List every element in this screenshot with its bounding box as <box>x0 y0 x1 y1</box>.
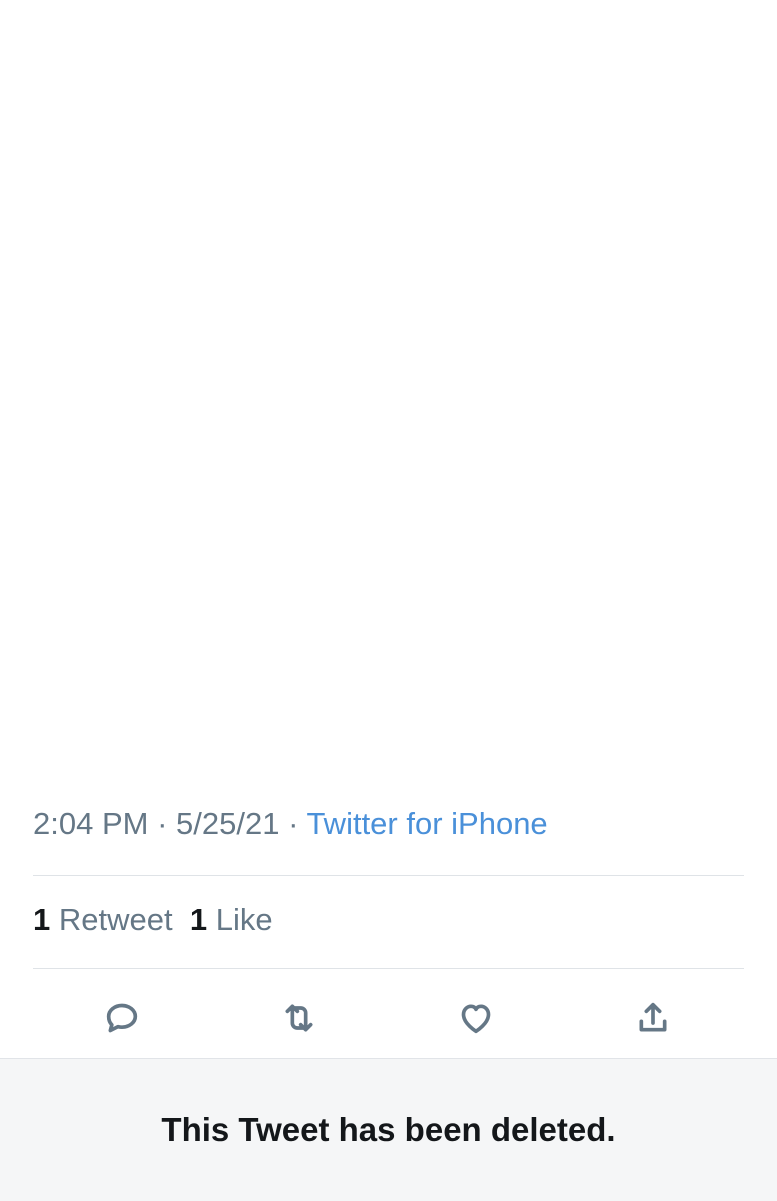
like-stat[interactable]: 1 Like <box>190 902 273 937</box>
reply-icon <box>106 1003 138 1033</box>
share-icon <box>639 1002 667 1032</box>
divider <box>33 875 744 876</box>
like-icon <box>461 1004 491 1034</box>
tweet-detail: 2:04 PM · 5/25/21 · Twitter for iPhone 1… <box>0 0 777 1058</box>
retweet-count: 1 <box>33 902 51 937</box>
retweet-icon <box>285 1004 313 1032</box>
reply-button[interactable] <box>96 992 148 1044</box>
deleted-notice-text: This Tweet has been deleted. <box>161 1111 616 1148</box>
retweet-stat[interactable]: 1 Retweet <box>33 902 173 937</box>
tweet-actions <box>0 992 777 1044</box>
divider <box>33 968 744 969</box>
tweet-date: 5/25/21 <box>176 806 280 841</box>
share-button[interactable] <box>627 992 679 1044</box>
tweet-stats: 1 Retweet 1 Like <box>33 902 273 938</box>
separator: · <box>279 806 307 841</box>
retweet-button[interactable] <box>273 992 325 1044</box>
deleted-tweet-notice: This Tweet has been deleted. <box>0 1058 777 1201</box>
like-button[interactable] <box>450 992 502 1044</box>
tweet-metadata: 2:04 PM · 5/25/21 · Twitter for iPhone <box>33 806 548 842</box>
separator: · <box>148 806 177 841</box>
tweet-media[interactable] <box>0 0 777 770</box>
tweet-time: 2:04 PM <box>33 806 149 841</box>
like-label: Like <box>215 902 273 937</box>
tweet-source-link[interactable]: Twitter for iPhone <box>306 806 547 841</box>
retweet-label: Retweet <box>58 902 173 937</box>
like-count: 1 <box>189 902 208 937</box>
